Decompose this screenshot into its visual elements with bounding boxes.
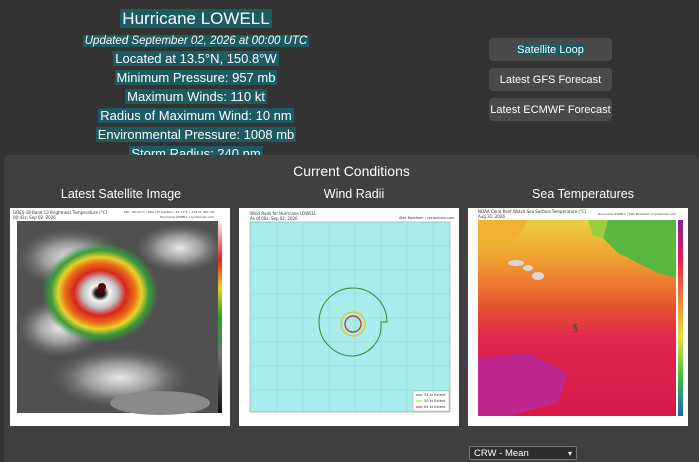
sea-temperatures-title: Sea Temperatures — [532, 187, 634, 201]
sst-map: § — [478, 220, 683, 416]
gfs-forecast-button[interactable]: Latest GFS Forecast — [489, 68, 612, 91]
satellite-loop-label: Satellite Loop — [516, 43, 585, 56]
satellite-image-title: Latest Satellite Image — [60, 187, 182, 201]
current-conditions-panel: Current Conditions Latest Satellite Imag… — [4, 155, 699, 462]
satellite-image[interactable]: GOES-18 Band 13 Brightness Temperature (… — [10, 208, 230, 426]
legend-34kt: 34 kt Extent — [424, 393, 446, 397]
satellite-ir-map — [15, 221, 225, 415]
sst-select-value: CRW - Mean — [474, 447, 529, 459]
minimum-pressure: Minimum Pressure: 957 mb — [114, 70, 278, 85]
wind-radii-image[interactable]: Wind Radii for Hurricane LOWELL As of 00… — [239, 208, 459, 426]
legend-50kt: 50 kt Extent — [424, 399, 446, 403]
storm-title: Hurricane LOWELL — [120, 9, 272, 28]
satellite-loop-button[interactable]: Satellite Loop — [489, 38, 612, 61]
ecmwf-forecast-button[interactable]: Latest ECMWF Forecast — [489, 98, 612, 121]
storm-symbol: § — [573, 323, 578, 334]
sst-product-select[interactable]: CRW - Mean ▾ — [469, 446, 577, 460]
legend-64kt: 64 kt Extent — [424, 405, 446, 409]
maximum-winds: Maximum Winds: 110 kt — [125, 89, 267, 104]
storm-info: Hurricane LOWELL Updated September 02, 2… — [0, 6, 392, 163]
sst-image[interactable]: NOAA Coral Reef Watch Sea Surface Temper… — [468, 208, 688, 426]
radius-max-wind: Radius of Maximum Wind: 10 nm — [98, 108, 294, 123]
wind-radii-title: Wind Radii — [323, 187, 385, 201]
environmental-pressure: Environmental Pressure: 1008 mb — [95, 127, 297, 142]
updated-time: Updated September 02, 2026 at 00:00 UTC — [82, 35, 310, 47]
chevron-down-icon: ▾ — [567, 448, 572, 458]
current-conditions-title: Current Conditions — [293, 163, 410, 179]
storm-location: Located at 13.5°N, 150.8°W — [113, 51, 279, 66]
